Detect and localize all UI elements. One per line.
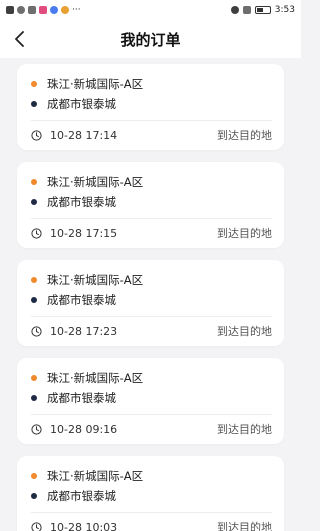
end-dot-icon (31, 395, 37, 401)
start-address-row: 珠江·新城国际-A区 (31, 466, 272, 486)
order-time-wrap: 10-28 17:23 (31, 325, 117, 338)
page-title: 我的订单 (120, 30, 181, 49)
order-time-wrap: 10-28 17:14 (31, 129, 117, 142)
start-dot-icon (31, 375, 37, 381)
order-card[interactable]: 珠江·新城国际-A区 成都市银泰城 10-28 17:15 到达目的地 (17, 162, 284, 248)
start-dot-icon (31, 179, 37, 185)
sim-icon (6, 6, 14, 14)
end-address: 成都市银泰城 (47, 489, 116, 503)
end-address-row: 成都市银泰城 (31, 192, 272, 212)
end-address-row: 成都市银泰城 (31, 388, 272, 408)
start-dot-icon (31, 81, 37, 87)
order-time: 10-28 17:14 (50, 128, 118, 142)
chevron-left-icon (15, 31, 24, 47)
end-address: 成都市银泰城 (47, 293, 116, 307)
order-status: 到达目的地 (217, 423, 272, 436)
clock-icon (31, 129, 42, 141)
end-dot-icon (31, 199, 37, 205)
order-time-wrap: 10-28 10:03 (31, 521, 117, 531)
divider (31, 218, 272, 219)
clock-time: 3:53 (274, 5, 295, 15)
order-card[interactable]: 珠江·新城国际-A区 成都市银泰城 10-28 09:16 到达目的地 (17, 358, 284, 444)
battery-icon (254, 6, 271, 14)
start-address-row: 珠江·新城国际-A区 (31, 368, 272, 388)
end-address-row: 成都市银泰城 (31, 290, 272, 310)
end-address: 成都市银泰城 (47, 391, 116, 405)
clock-icon (31, 325, 42, 337)
order-list: 珠江·新城国际-A区 成都市银泰城 10-28 17:14 到达目的地 珠江·新… (0, 58, 301, 531)
status-bar-system: 3:53 (230, 5, 295, 15)
order-status: 到达目的地 (217, 227, 272, 240)
end-dot-icon (31, 493, 37, 499)
start-address: 珠江·新城国际-A区 (47, 175, 144, 189)
start-address: 珠江·新城国际-A区 (47, 469, 144, 483)
start-address: 珠江·新城国际-A区 (47, 371, 144, 385)
end-address: 成都市银泰城 (47, 195, 116, 209)
back-button[interactable] (8, 27, 32, 51)
message-icon (28, 6, 36, 14)
order-time: 10-28 17:15 (50, 226, 118, 240)
app-notification-icon (39, 6, 47, 14)
clock-icon (31, 227, 42, 239)
location-icon (230, 6, 239, 14)
order-meta-row: 10-28 10:03 到达目的地 (31, 516, 272, 531)
end-address: 成都市银泰城 (47, 97, 116, 111)
start-dot-icon (31, 277, 37, 283)
order-status: 到达目的地 (217, 521, 272, 531)
order-meta-row: 10-28 17:15 到达目的地 (31, 222, 272, 244)
more-notifications: ··· (72, 5, 81, 15)
app-notification-icon (50, 6, 58, 14)
order-status: 到达目的地 (217, 129, 272, 142)
order-meta-row: 10-28 17:23 到达目的地 (31, 320, 272, 342)
clock-icon (31, 521, 42, 531)
divider (31, 120, 272, 121)
order-status: 到达目的地 (217, 325, 272, 338)
order-time-wrap: 10-28 17:15 (31, 227, 117, 240)
end-dot-icon (31, 297, 37, 303)
order-card[interactable]: 珠江·新城国际-A区 成都市银泰城 10-28 10:03 到达目的地 (17, 456, 284, 531)
order-card[interactable]: 珠江·新城国际-A区 成都市银泰城 10-28 17:23 到达目的地 (17, 260, 284, 346)
nav-bar: 我的订单 (0, 20, 301, 58)
order-time: 10-28 09:16 (50, 422, 118, 436)
end-address-row: 成都市银泰城 (31, 486, 272, 506)
start-address: 珠江·新城国际-A区 (47, 273, 144, 287)
order-time: 10-28 17:23 (50, 324, 118, 338)
order-meta-row: 10-28 09:16 到达目的地 (31, 418, 272, 440)
order-meta-row: 10-28 17:14 到达目的地 (31, 124, 272, 146)
start-address-row: 珠江·新城国际-A区 (31, 270, 272, 290)
vibrate-icon (242, 6, 251, 14)
status-bar: ··· 3:53 (0, 0, 301, 20)
divider (31, 512, 272, 513)
start-address-row: 珠江·新城国际-A区 (31, 172, 272, 192)
weibo-icon (61, 6, 69, 14)
divider (31, 414, 272, 415)
divider (31, 316, 272, 317)
end-address-row: 成都市银泰城 (31, 94, 272, 114)
clock-icon (31, 423, 42, 435)
end-dot-icon (31, 101, 37, 107)
order-time: 10-28 10:03 (50, 520, 118, 531)
order-card[interactable]: 珠江·新城国际-A区 成都市银泰城 10-28 17:14 到达目的地 (17, 64, 284, 150)
status-bar-notifications: ··· (6, 5, 81, 15)
start-dot-icon (31, 473, 37, 479)
start-address-row: 珠江·新城国际-A区 (31, 74, 272, 94)
start-address: 珠江·新城国际-A区 (47, 77, 144, 91)
order-time-wrap: 10-28 09:16 (31, 423, 117, 436)
wifi-icon (17, 6, 25, 14)
